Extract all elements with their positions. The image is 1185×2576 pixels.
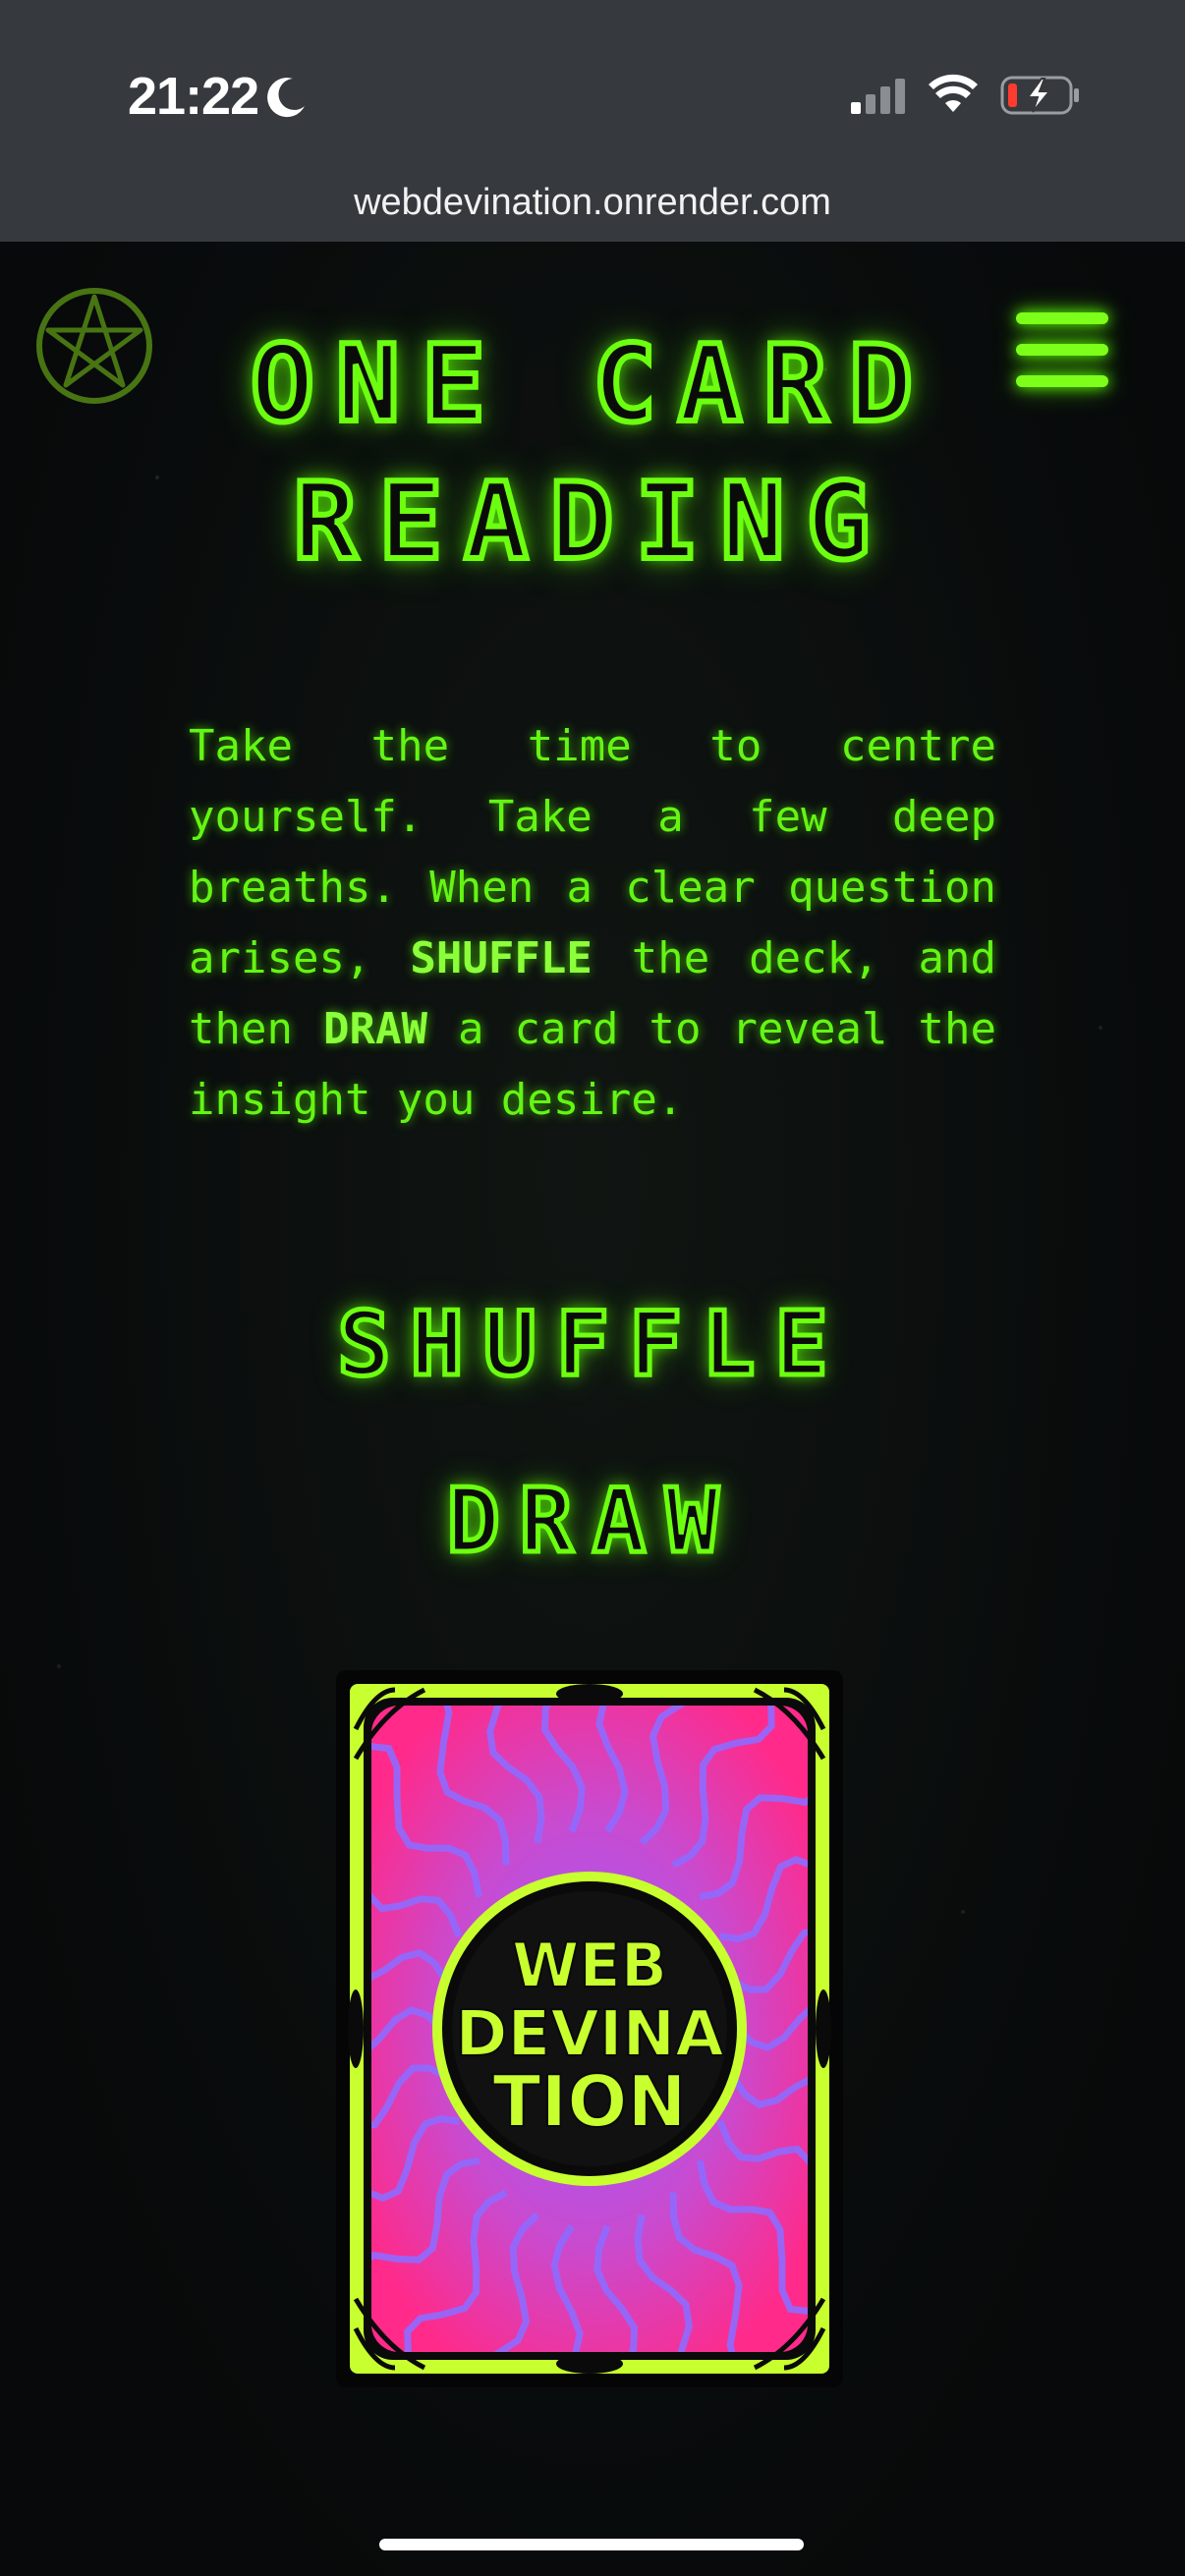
draw-button[interactable]: DRAW bbox=[0, 1468, 1185, 1576]
card-logo-line-1: WEB bbox=[512, 1930, 667, 2001]
tarot-card-back[interactable]: WEB DEVINA TION bbox=[336, 1670, 843, 2387]
intro-shuffle-keyword: SHUFFLE bbox=[410, 933, 592, 983]
title-line-2: READING bbox=[290, 458, 892, 587]
card-logo-line-3: TION bbox=[492, 2060, 686, 2143]
address-bar-url[interactable]: webdevination.onrender.com bbox=[0, 175, 1185, 230]
wifi-icon bbox=[929, 74, 978, 112]
shuffle-button[interactable]: SHUFFLE bbox=[0, 1291, 1185, 1399]
moon-icon bbox=[267, 78, 305, 118]
battery-charging-icon bbox=[1000, 76, 1079, 115]
intro-draw-keyword: DRAW bbox=[323, 1004, 427, 1054]
browser-top-bar: 21:22 webdevination.onrender.com bbox=[0, 0, 1185, 242]
status-time: 21:22 bbox=[128, 67, 259, 126]
title-line-1: ONE CARD bbox=[248, 320, 935, 449]
signal-icon bbox=[851, 79, 905, 114]
home-indicator[interactable] bbox=[379, 2539, 804, 2550]
page-title: ONE CARD READING bbox=[118, 316, 1067, 591]
intro-instructions: Take the time to centre yourself. Take a… bbox=[189, 711, 996, 1136]
